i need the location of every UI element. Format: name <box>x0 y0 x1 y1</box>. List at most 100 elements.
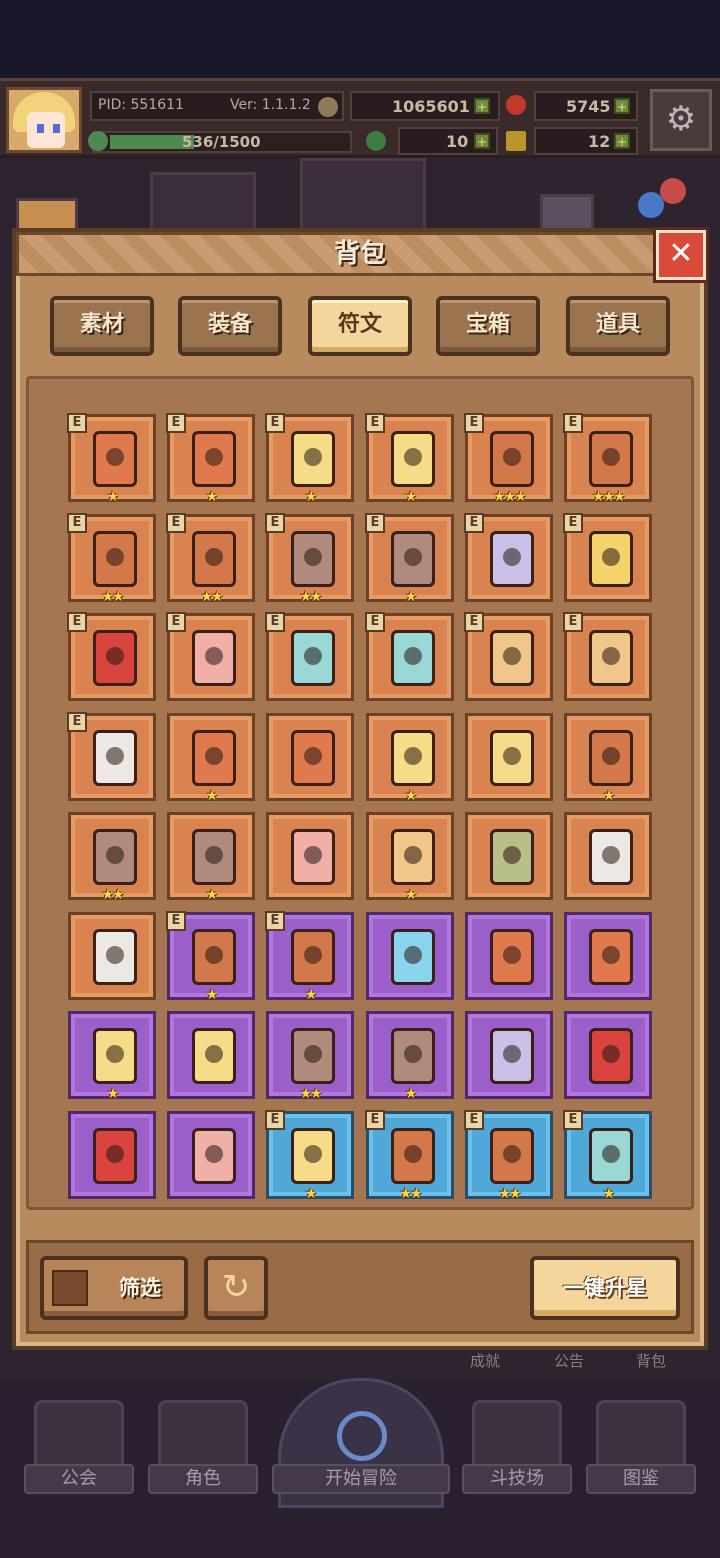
rune-icon <box>291 1128 335 1184</box>
rune-item[interactable]: ★ <box>366 812 454 903</box>
rune-icon <box>589 730 633 786</box>
rune-item[interactable]: E <box>563 513 652 602</box>
rune-icon <box>391 1028 435 1084</box>
settings-gear-icon[interactable]: ⚙ <box>650 89 712 151</box>
star-rating: ★★ <box>399 1186 422 1202</box>
rune-item[interactable]: ★ <box>564 713 652 804</box>
rune-item[interactable] <box>68 1111 156 1199</box>
rune-item[interactable]: E ★★ <box>365 1110 454 1202</box>
rune-item[interactable]: E <box>464 513 553 602</box>
player-hud: PID: 551611 Ver: 1.1.1.2 1065601 + 5745 … <box>0 78 720 158</box>
rune-item[interactable]: ★★ <box>266 1011 354 1102</box>
rune-item[interactable] <box>266 713 354 801</box>
rune-item[interactable] <box>465 713 553 801</box>
rune-item[interactable]: E <box>365 612 454 701</box>
rune-icon <box>391 1128 435 1184</box>
star-rating: ★ <box>205 788 219 804</box>
rune-item[interactable] <box>366 912 454 1000</box>
rune-item[interactable] <box>564 1011 652 1099</box>
rune-item[interactable] <box>465 812 553 900</box>
rune-item[interactable]: E <box>67 712 156 801</box>
rune-item[interactable] <box>564 812 652 900</box>
shortcut-backpack[interactable]: 背包 <box>636 1350 666 1372</box>
rune-item[interactable]: E <box>166 612 255 701</box>
rune-icon <box>490 1128 534 1184</box>
rune-item[interactable]: E ★ <box>67 413 156 505</box>
tab-chests[interactable]: 宝箱 <box>436 296 540 356</box>
clover-plus-icon[interactable]: + <box>474 133 490 149</box>
rune-item[interactable] <box>167 1111 255 1199</box>
exp-text: 536/1500 <box>182 133 261 151</box>
rune-item[interactable] <box>68 912 156 1000</box>
nav-guild[interactable]: 公会 <box>24 1400 134 1496</box>
equipped-badge: E <box>464 1110 484 1130</box>
balloon-icon[interactable] <box>660 178 686 204</box>
equipped-badge: E <box>563 612 583 632</box>
rune-icon <box>192 829 236 885</box>
rune-icon <box>291 431 335 487</box>
nav-character[interactable]: 角色 <box>148 1400 258 1496</box>
rune-item[interactable]: E ★ <box>365 413 454 505</box>
tab-equipment[interactable]: 装备 <box>178 296 282 356</box>
rune-item[interactable]: E <box>67 612 156 701</box>
rune-item[interactable] <box>167 1011 255 1099</box>
rune-item[interactable]: ★ <box>366 1011 454 1102</box>
rune-item[interactable] <box>465 912 553 1000</box>
equipped-badge: E <box>365 513 385 533</box>
version-label: Ver: 1.1.1.2 <box>230 97 311 113</box>
rune-item[interactable]: E ★ <box>563 1110 652 1202</box>
rune-item[interactable]: E ★ <box>265 413 354 505</box>
rune-item[interactable]: E ★ <box>365 513 454 605</box>
rune-item[interactable]: E ★ <box>265 911 354 1003</box>
rune-item[interactable]: E ★ <box>265 1110 354 1202</box>
star-rating: ★★ <box>299 589 322 605</box>
rune-icon <box>391 431 435 487</box>
top-bar <box>0 0 720 78</box>
rune-item[interactable]: E <box>464 612 553 701</box>
star-rating: ★ <box>404 1086 418 1102</box>
tab-runes[interactable]: 符文 <box>308 296 412 356</box>
nav-guild-label: 公会 <box>24 1464 134 1494</box>
rune-item[interactable]: E ★★ <box>265 513 354 605</box>
rune-item[interactable]: E ★ <box>166 911 255 1003</box>
star-rating: ★ <box>205 489 219 505</box>
shortcut-announcements[interactable]: 公告 <box>554 1350 584 1372</box>
upgrade-all-button[interactable]: 一键升星 <box>530 1256 680 1320</box>
rune-item[interactable]: E ★★ <box>166 513 255 605</box>
gem-icon <box>506 95 526 115</box>
tab-materials[interactable]: 素材 <box>50 296 154 356</box>
rune-icon <box>490 630 534 686</box>
rune-item[interactable]: E ★★★ <box>464 413 553 505</box>
rune-item[interactable]: E ★★★ <box>563 413 652 505</box>
refresh-icon: ↻ <box>221 1267 251 1307</box>
refresh-button[interactable]: ↻ <box>204 1256 268 1320</box>
close-button[interactable]: ✕ <box>656 230 706 280</box>
nav-codex[interactable]: 图鉴 <box>586 1400 696 1496</box>
gem-plus-icon[interactable]: + <box>614 98 630 114</box>
rune-item[interactable]: ★ <box>366 713 454 804</box>
rune-item[interactable]: ★ <box>167 812 255 903</box>
nav-arena[interactable]: 斗技场 <box>462 1400 572 1496</box>
star-rating: ★ <box>404 887 418 903</box>
player-avatar[interactable] <box>6 87 82 153</box>
rune-item[interactable]: E <box>563 612 652 701</box>
rune-item[interactable]: E ★★ <box>464 1110 553 1202</box>
star-rating: ★ <box>304 987 318 1003</box>
rune-item[interactable]: E ★★ <box>67 513 156 605</box>
rune-item[interactable] <box>564 912 652 1000</box>
rune-icon <box>192 730 236 786</box>
rune-item[interactable]: ★ <box>167 713 255 804</box>
rune-icon <box>192 1128 236 1184</box>
rune-item[interactable]: ★★ <box>68 812 156 903</box>
shortcut-achievements[interactable]: 成就 <box>470 1350 500 1372</box>
rune-item[interactable]: E ★ <box>166 413 255 505</box>
rune-item[interactable]: E <box>265 612 354 701</box>
tab-props[interactable]: 道具 <box>566 296 670 356</box>
key-plus-icon[interactable]: + <box>614 133 630 149</box>
rune-item[interactable] <box>465 1011 553 1099</box>
gem-amount: 5745 <box>566 97 611 116</box>
filter-button[interactable]: 筛选 <box>40 1256 188 1320</box>
rune-item[interactable] <box>266 812 354 900</box>
gold-plus-icon[interactable]: + <box>474 98 490 114</box>
rune-item[interactable]: ★ <box>68 1011 156 1102</box>
